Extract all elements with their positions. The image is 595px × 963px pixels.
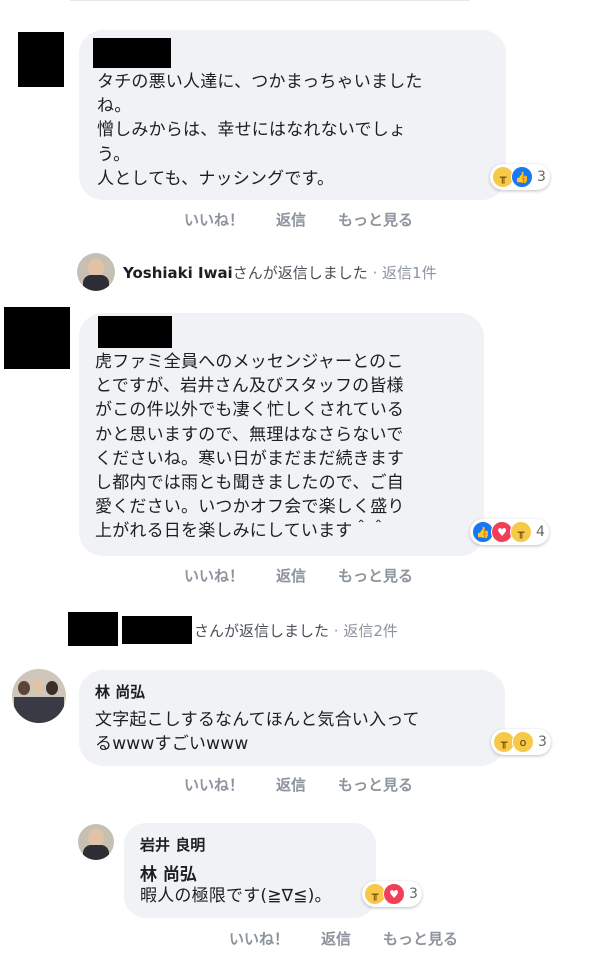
reply-button[interactable]: 返信 <box>276 776 306 794</box>
reaction-count: 3 <box>538 734 547 750</box>
love-reaction-icon: ♥ <box>383 883 405 905</box>
see-more-button[interactable]: もっと見る <box>338 211 413 229</box>
comment-actions: いいね！ 返信 もっと見る <box>229 928 490 949</box>
see-more-button[interactable]: もっと見る <box>338 776 413 794</box>
avatar[interactable] <box>77 253 115 291</box>
wow-reaction-icon: o <box>512 731 534 753</box>
like-button[interactable]: いいね！ <box>229 930 289 948</box>
see-more-button[interactable]: もっと見る <box>338 567 413 585</box>
comment-actions: いいね！ 返信 もっと見る <box>184 774 445 795</box>
redacted-author-name <box>93 38 171 68</box>
redacted-author-name <box>98 316 172 348</box>
reply-button[interactable]: 返信 <box>276 567 306 585</box>
reply-author-name[interactable]: Yoshiaki Iwai <box>123 264 233 282</box>
see-more-button[interactable]: もっと見る <box>383 930 458 948</box>
reply-button[interactable]: 返信 <box>321 930 351 948</box>
avatar[interactable] <box>78 824 114 860</box>
redacted-avatar <box>18 32 64 87</box>
like-reaction-icon: 👍 <box>511 166 533 188</box>
reaction-count: 3 <box>537 169 546 185</box>
reaction-summary[interactable]: 👍 ♥ ╥ 4 <box>470 519 549 545</box>
comment-text: 文字起こしするなんてほんと気合い入って るwwwすごいwww <box>95 710 420 755</box>
reply-summary[interactable]: Yoshiaki Iwaiさんが返信しました · 返信1件 <box>123 262 437 283</box>
comment-author-name[interactable]: 岩井 良明 <box>140 834 205 855</box>
mention-tag[interactable]: 林 尚弘 <box>140 860 197 885</box>
reply-summary[interactable]: さんが返信しました · 返信2件 <box>194 620 398 641</box>
reaction-count: 4 <box>536 524 545 540</box>
redacted-avatar <box>4 307 70 369</box>
redacted-avatar <box>68 612 118 646</box>
reaction-summary[interactable]: ╥ ♥ 3 <box>362 881 422 907</box>
comment-author-name[interactable]: 林 尚弘 <box>95 681 145 702</box>
comment-actions: いいね！ 返信 もっと見る <box>184 565 445 586</box>
redacted-author-name <box>122 616 192 644</box>
comment-text: 暇人の極限です(≧∇≦)。 <box>140 886 332 906</box>
divider <box>70 0 470 1</box>
like-button[interactable]: いいね！ <box>184 211 244 229</box>
reaction-count: 3 <box>409 886 418 902</box>
reply-button[interactable]: 返信 <box>276 211 306 229</box>
comment-text: 虎ファミ全員へのメッセンジャーとのこ とですが、岩井さん及びスタッフの皆様 がこ… <box>95 352 405 542</box>
reaction-summary[interactable]: ╥ o 3 <box>491 729 551 755</box>
like-button[interactable]: いいね！ <box>184 567 244 585</box>
reaction-summary[interactable]: ╥ 👍 3 <box>490 164 550 190</box>
avatar[interactable] <box>12 669 66 723</box>
like-button[interactable]: いいね！ <box>184 776 244 794</box>
sad-reaction-icon: ╥ <box>510 521 532 543</box>
comment-actions: いいね！ 返信 もっと見る <box>184 209 445 230</box>
comment-text: タチの悪い人達に、つかまっちゃいました ね。 憎しみからは、幸せにはなれないでし… <box>97 72 423 189</box>
